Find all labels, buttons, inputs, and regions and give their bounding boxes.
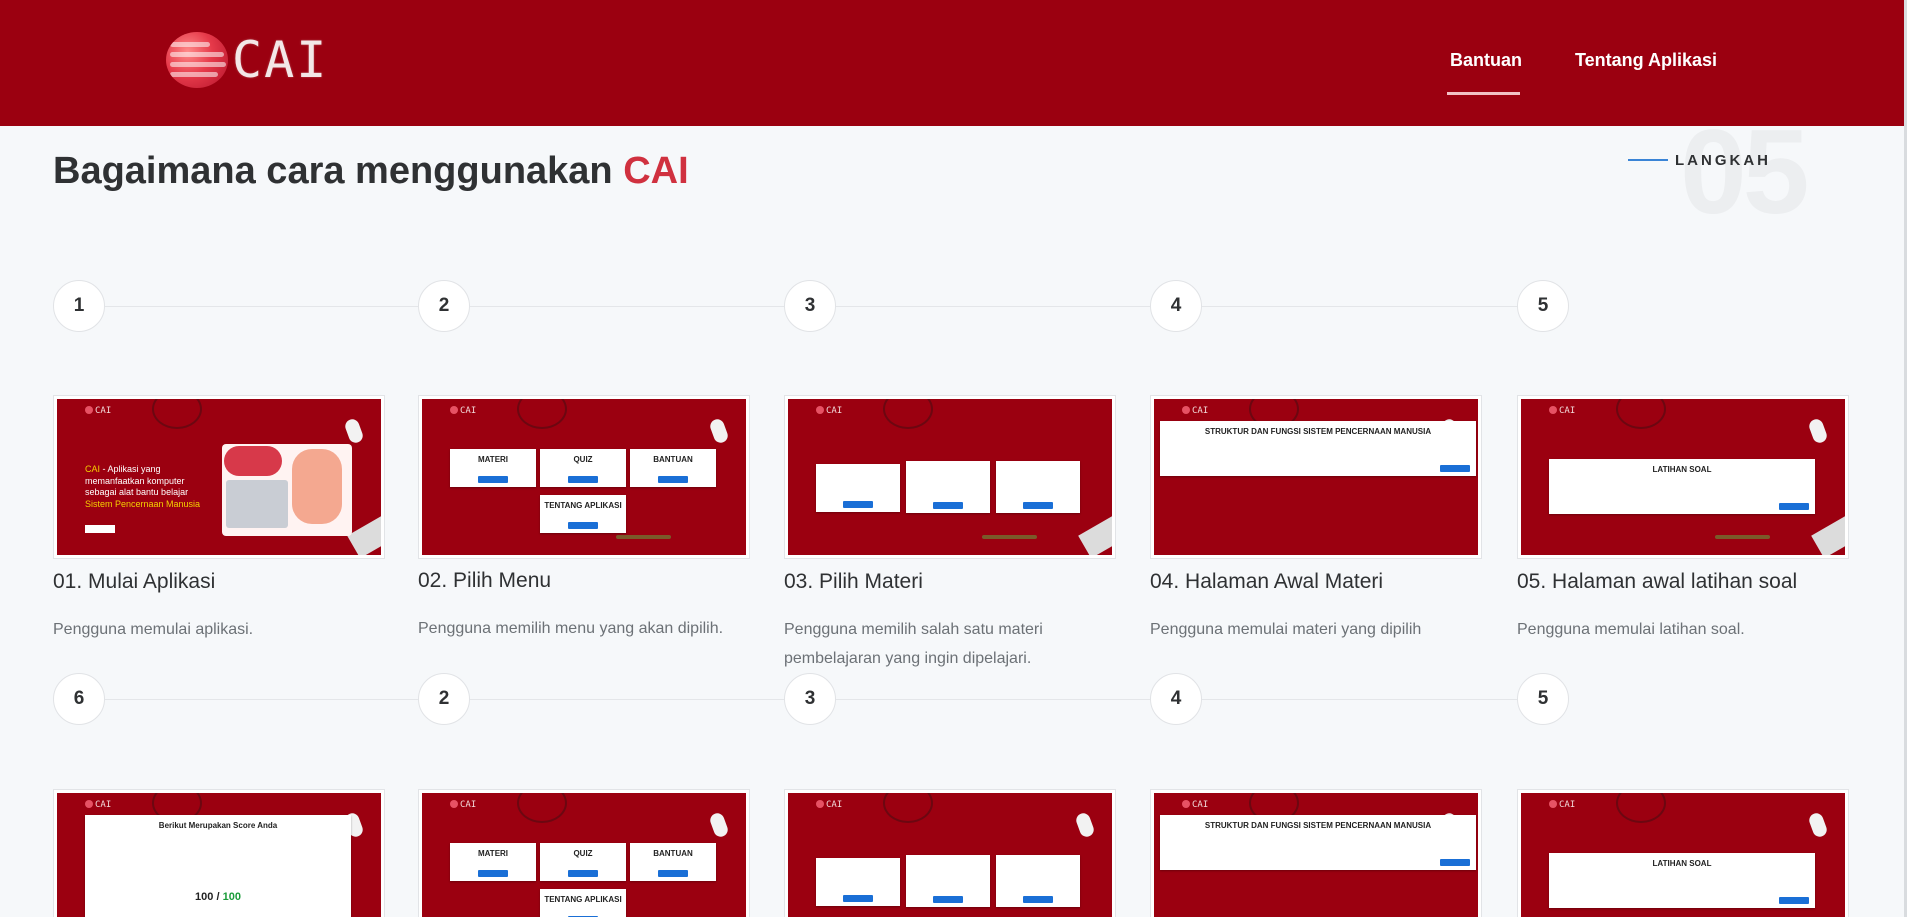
step-screenshot-5[interactable]: CAI LATIHAN SOAL [1517, 395, 1849, 559]
thumb-logo: CAI [450, 800, 476, 810]
thumb-hero-text: CAI - Aplikasi yang memanfaatkan kompute… [85, 464, 201, 510]
app-logo[interactable]: CAI [166, 31, 329, 89]
thumb-logo: CAI [1182, 406, 1208, 416]
logo-globe-icon [166, 32, 228, 88]
step-description: Pengguna memulai materi yang dipilih [1150, 621, 1422, 638]
step-description: Pengguna memilih salah satu materi pembe… [784, 621, 1043, 667]
thumb-logo: CAI [85, 800, 111, 810]
thumb-score-value: 100 [195, 891, 214, 903]
step-screenshot-6[interactable]: CAI Berikut Merupakan Score Anda 100 / 1… [53, 789, 385, 917]
step-screenshot-2[interactable]: CAI MATERI QUIZ BANTUAN TENTANG APLIKASI [418, 395, 750, 559]
step-title: 01. Mulai Aplikasi [53, 570, 216, 593]
step-screenshot-7[interactable]: CAI MATERI QUIZ BANTUAN TENTANG APLIKASI [418, 789, 750, 917]
step-number-circle: 4 [1150, 673, 1202, 725]
section-big-number: 05 [1680, 105, 1809, 239]
nav-tentang-aplikasi[interactable]: Tentang Aplikasi [1575, 50, 1717, 71]
logo-text: CAI [232, 31, 329, 89]
page-title: Bagaimana cara menggunakan CAI [53, 150, 689, 193]
thumb-logo: CAI [1549, 800, 1575, 810]
step-number-circle: 5 [1517, 280, 1569, 332]
step-number-circle: 3 [784, 673, 836, 725]
step-number-circle: 2 [418, 280, 470, 332]
thumb-logo: CAI [1182, 800, 1208, 810]
thumb-menu-bantuan: BANTUAN [653, 455, 693, 464]
step-number-circle: 5 [1517, 673, 1569, 725]
step-screenshot-1[interactable]: CAI CAI - Aplikasi yang memanfaatkan kom… [53, 395, 385, 559]
thumb-score-title: Berikut Merupakan Score Anda [158, 821, 278, 830]
section-label-line [1628, 159, 1668, 161]
page-title-accent: CAI [623, 150, 689, 192]
step-title: 04. Halaman Awal Materi [1150, 570, 1384, 593]
thumb-latihan-title: LATIHAN SOAL [1652, 465, 1712, 474]
thumb-logo: CAI [450, 406, 476, 416]
step-screenshot-10[interactable]: CAI LATIHAN SOAL [1517, 789, 1849, 917]
thumb-menu-bantuan: BANTUAN [653, 849, 693, 858]
step-description: Pengguna memilih menu yang akan dipilih. [418, 620, 724, 637]
step-screenshot-3[interactable]: CAI [784, 395, 1116, 559]
thumb-menu-quiz: QUIZ [573, 455, 593, 464]
thumb-materi-title: STRUKTUR DAN FUNGSI SISTEM PENCERNAAN MA… [1204, 821, 1432, 830]
thumb-menu-quiz: QUIZ [573, 849, 593, 858]
step-number-circle: 1 [53, 280, 105, 332]
step-number-circle: 4 [1150, 280, 1202, 332]
thumb-logo: CAI [816, 406, 842, 416]
step-description: Pengguna memulai aplikasi. [53, 621, 254, 638]
page-title-text: Bagaimana cara menggunakan [53, 150, 613, 192]
nav-active-indicator [1447, 92, 1520, 95]
thumb-materi-title: STRUKTUR DAN FUNGSI SISTEM PENCERNAAN MA… [1204, 427, 1432, 436]
thumb-menu-tentang: TENTANG APLIKASI [544, 895, 622, 904]
thumb-illustration [222, 444, 352, 536]
thumb-score-max: 100 [222, 891, 241, 903]
thumb-logo: CAI [816, 800, 842, 810]
thumb-logo: CAI [85, 406, 111, 416]
step-description: Pengguna memulai latihan soal. [1517, 621, 1745, 638]
step-title: 02. Pilih Menu [418, 569, 552, 592]
step-screenshot-4[interactable]: CAI STRUKTUR DAN FUNGSI SISTEM PENCERNAA… [1150, 395, 1482, 559]
section-label: LANGKAH [1675, 152, 1771, 169]
step-number-circle: 6 [53, 673, 105, 725]
thumb-menu-tentang: TENTANG APLIKASI [544, 501, 622, 510]
thumb-score-sep: / [216, 891, 220, 903]
step-screenshot-9[interactable]: CAI STRUKTUR DAN FUNGSI SISTEM PENCERNAA… [1150, 789, 1482, 917]
step-screenshot-8[interactable]: CAI [784, 789, 1116, 917]
nav-bantuan[interactable]: Bantuan [1450, 50, 1522, 71]
thumb-menu-materi: MATERI [477, 849, 509, 858]
step-number-circle: 2 [418, 673, 470, 725]
step-title: 03. Pilih Materi [784, 570, 923, 593]
step-title: 05. Halaman awal latihan soal [1517, 570, 1798, 593]
thumb-latihan-title: LATIHAN SOAL [1652, 859, 1712, 868]
thumb-logo: CAI [1549, 406, 1575, 416]
step-number-circle: 3 [784, 280, 836, 332]
thumb-menu-materi: MATERI [477, 455, 509, 464]
